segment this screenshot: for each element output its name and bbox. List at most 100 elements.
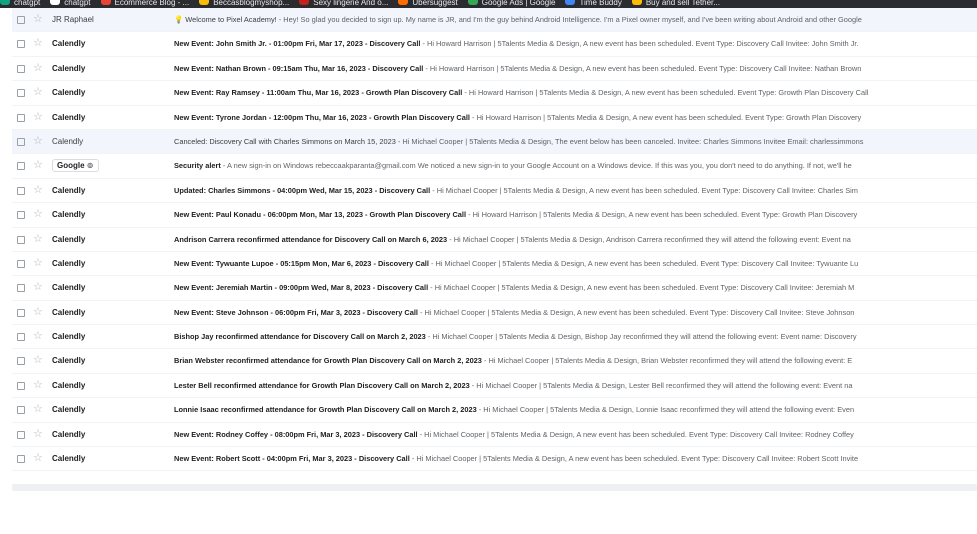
email-snippet: - Hi Howard Harrison | 5Talents Media & … xyxy=(466,210,858,220)
star-icon[interactable]: ☆ xyxy=(33,428,43,440)
email-row[interactable]: ☆ Calendly New Event: Tyrone Jordan - 12:0… xyxy=(12,105,977,130)
bookmark-item[interactable]: chatgpt xyxy=(0,0,40,8)
star-icon[interactable]: ☆ xyxy=(33,330,43,342)
ecommerce-icon xyxy=(100,0,111,5)
email-row[interactable]: ☆ Calendly New Event: Paul Konadu - 06:00p… xyxy=(12,203,977,228)
email-row[interactable]: ☆ Calendly Lester Bell reconfirmed attenda… xyxy=(12,373,977,399)
select-checkbox[interactable] xyxy=(17,186,25,195)
email-row[interactable]: ☆ Calendly New Event: John Smith Jr. - 01:… xyxy=(12,32,977,57)
email-row[interactable]: ☆ Calendly New Event: Steve Johnson - 06:0… xyxy=(12,300,977,326)
star-icon[interactable]: ☆ xyxy=(33,281,43,293)
select-checkbox[interactable] xyxy=(17,162,25,171)
email-row[interactable]: ☆ Google ⊚ Security alert - A new sign-in … xyxy=(12,154,977,179)
email-row[interactable]: ☆ Calendly New Event: Jeremiah Martin - 09… xyxy=(12,276,977,301)
bookmark-item[interactable]: Sexy lingerie And o... xyxy=(299,0,388,8)
bookmark-item[interactable]: Buy and sell Tether... xyxy=(631,0,720,8)
email-subject: New Event: Nathan Brown - 09:15am Thu, M… xyxy=(174,63,424,73)
star-icon[interactable]: ☆ xyxy=(33,111,43,123)
email-snippet: - Hi Michael Cooper | 5Talents Media & D… xyxy=(428,258,859,268)
email-subject: Lonnie Isaac reconfirmed attendance for … xyxy=(174,405,477,415)
bookmark-label: Ecommerce Blog - ... xyxy=(114,0,190,7)
select-checkbox[interactable] xyxy=(17,113,25,122)
bookmark-item[interactable]: Time Buddy xyxy=(565,0,622,8)
star-icon[interactable]: ☆ xyxy=(33,452,43,464)
select-checkbox[interactable] xyxy=(17,333,25,342)
google-ads-icon xyxy=(467,0,478,5)
email-sender: Calendly xyxy=(52,307,86,317)
star-icon[interactable]: ☆ xyxy=(33,257,43,269)
email-content: New Event: Robert Scott - 04:00pm Fri, M… xyxy=(174,454,858,464)
email-row[interactable]: ☆ Calendly New Event: Rodney Coffey - 08:0… xyxy=(12,422,977,448)
email-subject: Security alert xyxy=(174,161,221,171)
tether-icon xyxy=(631,0,642,5)
email-row[interactable]: ☆ Calendly Lonnie Isaac reconfirmed attend… xyxy=(12,398,977,423)
time-buddy-icon xyxy=(565,0,576,5)
star-icon[interactable]: ☆ xyxy=(33,184,43,196)
email-content: Canceled: Discovery Call with Charles Si… xyxy=(174,137,863,147)
bookmarks-bar: chatgpt chatgpt Ecommerce Blog - ... Beccas… xyxy=(0,0,977,8)
email-row[interactable]: ☆ Calendly New Event: Ray Ramsey - 11:00am… xyxy=(12,81,977,106)
bookmark-item[interactable]: Google Ads | Google xyxy=(467,0,556,8)
select-checkbox[interactable] xyxy=(17,308,25,317)
email-sender: Calendly xyxy=(52,112,86,122)
star-icon[interactable]: ☆ xyxy=(33,159,43,171)
star-icon[interactable]: ☆ xyxy=(33,13,43,25)
bookmark-label: Google Ads | Google xyxy=(481,0,556,7)
select-checkbox[interactable] xyxy=(17,40,25,49)
email-row[interactable]: ☆ JR Raphael 💡 Welcome to Pixel Academy! -… xyxy=(12,8,977,33)
email-sender: Calendly xyxy=(52,258,86,268)
bookmark-item[interactable]: Ubersuggest xyxy=(398,0,458,8)
email-row[interactable]: ☆ Calendly Canceled: Discovery Call with C… xyxy=(12,129,977,155)
bookmark-item[interactable]: Beccasblogmyshop... xyxy=(199,0,289,8)
email-sender: Calendly xyxy=(52,380,86,390)
email-content: New Event: Paul Konadu - 06:00pm Mon, Ma… xyxy=(174,210,857,220)
bookmark-item[interactable]: Ecommerce Blog - ... xyxy=(100,0,190,8)
email-row[interactable]: ☆ Calendly Andrison Carrera reconfirmed at… xyxy=(12,227,977,252)
select-checkbox[interactable] xyxy=(17,137,25,146)
select-checkbox[interactable] xyxy=(17,16,25,24)
star-icon[interactable]: ☆ xyxy=(33,208,43,220)
star-icon[interactable]: ☆ xyxy=(33,403,43,415)
select-checkbox[interactable] xyxy=(17,455,25,464)
select-checkbox[interactable] xyxy=(17,430,25,439)
select-checkbox[interactable] xyxy=(17,64,25,73)
star-icon[interactable]: ☆ xyxy=(33,135,43,147)
email-row[interactable]: ☆ Calendly Bishop Jay reconfirmed attendan… xyxy=(12,325,977,350)
sender-chip-label: Google xyxy=(57,161,85,171)
select-checkbox[interactable] xyxy=(17,406,25,415)
email-snippet: - Hi Michael Cooper | 5Talents Media & D… xyxy=(476,405,855,415)
email-sender: Calendly xyxy=(52,39,86,49)
email-content: Security alert - A new sign-in on Window… xyxy=(174,161,852,171)
email-sender: Calendly xyxy=(52,210,86,220)
select-checkbox[interactable] xyxy=(17,381,25,390)
email-row[interactable]: ☆ Calendly Updated: Charles Simmons - 04:0… xyxy=(12,178,977,204)
select-checkbox[interactable] xyxy=(17,357,25,366)
select-checkbox[interactable] xyxy=(17,284,25,293)
star-icon[interactable]: ☆ xyxy=(33,86,43,98)
select-checkbox[interactable] xyxy=(17,211,25,220)
email-row[interactable]: ☆ Calendly New Event: Tywuante Lupoe - 05:… xyxy=(12,251,977,277)
email-sender: Calendly xyxy=(52,185,86,195)
email-subject: New Event: Robert Scott - 04:00pm Fri, M… xyxy=(174,454,410,464)
email-content: Updated: Charles Simmons - 04:00pm Wed, … xyxy=(174,186,858,196)
email-sender: Google ⊚ xyxy=(52,159,99,173)
email-snippet: - Hi Michael Cooper | 5Talents Media & D… xyxy=(417,307,855,317)
bookmark-item[interactable]: chatgpt xyxy=(50,0,91,8)
bookmark-label: Sexy lingerie And o... xyxy=(313,0,389,7)
star-icon[interactable]: ☆ xyxy=(33,306,43,318)
email-row[interactable]: ☆ Calendly New Event: Nathan Brown - 09:15… xyxy=(12,56,977,82)
star-icon[interactable]: ☆ xyxy=(33,379,43,391)
star-icon[interactable]: ☆ xyxy=(33,37,43,49)
select-checkbox[interactable] xyxy=(17,89,25,98)
email-subject: New Event: Tyrone Jordan - 12:00pm Thu, … xyxy=(174,112,470,122)
email-row[interactable]: ☆ Calendly New Event: Robert Scott - 04:00… xyxy=(12,447,977,472)
star-icon[interactable]: ☆ xyxy=(33,354,43,366)
star-icon[interactable]: ☆ xyxy=(33,233,43,245)
email-row[interactable]: ☆ Calendly Brian Webster reconfirmed atten… xyxy=(12,349,977,374)
star-icon[interactable]: ☆ xyxy=(33,62,43,74)
email-sender: Calendly xyxy=(52,136,84,146)
select-checkbox[interactable] xyxy=(17,259,25,268)
select-checkbox[interactable] xyxy=(17,235,25,244)
email-subject: Brian Webster reconfirmed attendance for… xyxy=(174,356,482,366)
email-sender: Calendly xyxy=(52,454,86,464)
